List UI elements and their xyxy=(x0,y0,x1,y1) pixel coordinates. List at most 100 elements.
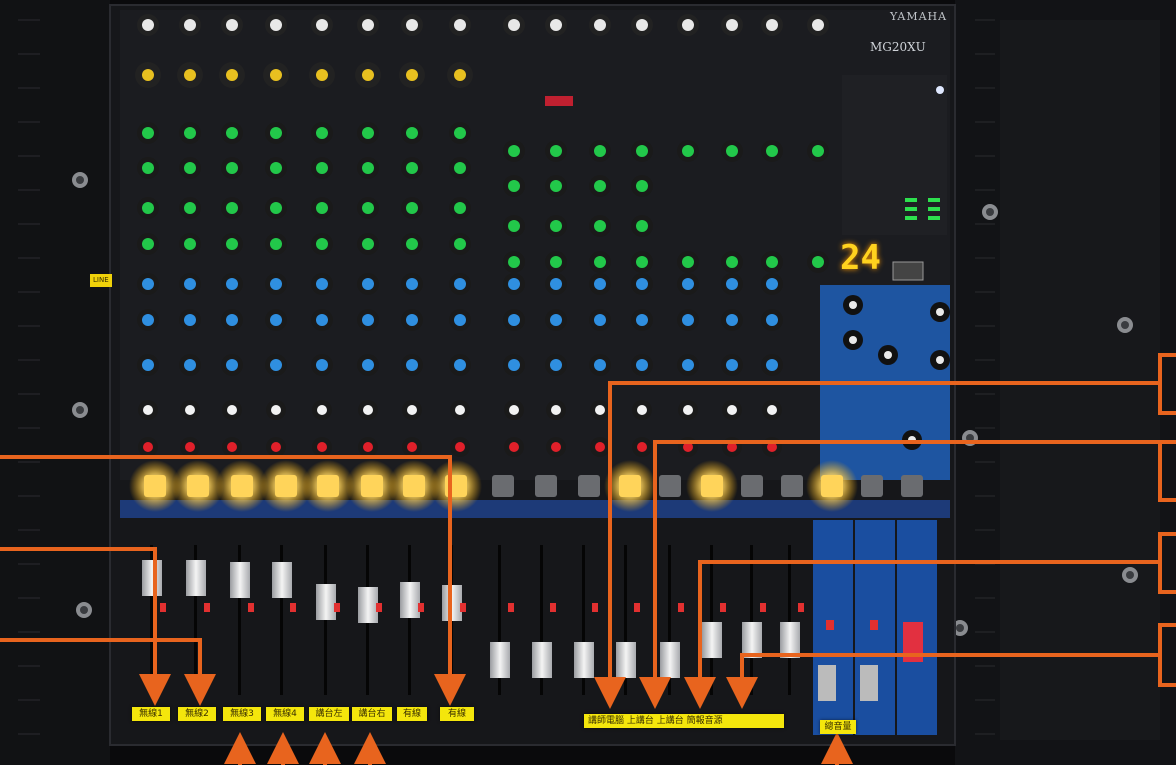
on-button xyxy=(231,475,253,497)
stereo-peak-led xyxy=(870,620,878,630)
aux-knob-cap xyxy=(454,314,466,326)
pan-knob-cap xyxy=(363,405,373,415)
eq-knob-cap xyxy=(316,162,328,174)
on-button xyxy=(659,475,681,497)
aux-knob-cap xyxy=(682,359,694,371)
channel-label-8: 有線 xyxy=(440,707,474,721)
aux-knob-cap xyxy=(316,314,328,326)
eq-knob-cap xyxy=(812,145,824,157)
led-meter-icon xyxy=(928,207,940,211)
fader-cap xyxy=(358,587,378,623)
eq-knob-cap xyxy=(550,145,562,157)
channel-label-4: 無線4 xyxy=(266,707,304,721)
eq-knob-cap xyxy=(226,238,238,250)
on-button xyxy=(535,475,557,497)
aux-knob-cap xyxy=(682,314,694,326)
power-led xyxy=(936,86,944,94)
on-button xyxy=(821,475,843,497)
rack-screw-center xyxy=(1121,321,1129,329)
aux-knob-cap xyxy=(454,359,466,371)
fader-cap xyxy=(316,584,336,620)
gain-knob-2-cap xyxy=(406,69,418,81)
level-knob-cap xyxy=(551,442,561,452)
eq-knob-cap xyxy=(636,145,648,157)
aux-knob-cap xyxy=(594,359,606,371)
stereo-knob-cap xyxy=(849,301,857,309)
aux-knob-cap xyxy=(406,278,418,290)
led-meter-icon xyxy=(928,198,940,202)
gain-knob-2-cap xyxy=(454,69,466,81)
eq-knob-cap xyxy=(726,145,738,157)
gain-knob-cap xyxy=(812,19,824,31)
gain-knob-cap xyxy=(454,19,466,31)
level-knob-cap xyxy=(363,442,373,452)
peak-led xyxy=(678,603,684,612)
pan-knob-cap xyxy=(509,405,519,415)
aux-knob-cap xyxy=(594,278,606,290)
gain-knob-cap xyxy=(362,19,374,31)
aux-knob-cap xyxy=(508,359,520,371)
gain-knob-2-cap xyxy=(184,69,196,81)
level-knob-cap xyxy=(407,442,417,452)
eq-knob-cap xyxy=(594,180,606,192)
rack-screw-center xyxy=(80,606,88,614)
eq-knob-cap xyxy=(142,238,154,250)
peak-led xyxy=(798,603,804,612)
left-rack-rail xyxy=(0,0,110,765)
aux-knob-cap xyxy=(766,278,778,290)
eq-knob-cap xyxy=(550,180,562,192)
gain-knob-cap xyxy=(184,19,196,31)
eq-knob-cap xyxy=(362,202,374,214)
eq-knob-cap xyxy=(636,180,648,192)
eq-knob-cap xyxy=(362,238,374,250)
eq-knob-cap xyxy=(184,127,196,139)
eq-knob-cap xyxy=(812,256,824,268)
stereo-fader-cap xyxy=(818,665,836,701)
level-knob-cap xyxy=(595,442,605,452)
eq-knob-cap xyxy=(636,256,648,268)
gain-knob-cap xyxy=(142,19,154,31)
pan-knob-cap xyxy=(143,405,153,415)
stereo-knob-cap xyxy=(936,356,944,364)
eq-knob-cap xyxy=(682,145,694,157)
aux-knob-cap xyxy=(550,359,562,371)
eq-knob-cap xyxy=(406,127,418,139)
pan-knob-cap xyxy=(227,405,237,415)
gain-knob-2-cap xyxy=(316,69,328,81)
peak-led xyxy=(592,603,598,612)
aux-knob-cap xyxy=(142,359,154,371)
eq-knob-cap xyxy=(226,127,238,139)
on-button xyxy=(861,475,883,497)
aux-knob-cap xyxy=(508,314,520,326)
fader-slot xyxy=(750,545,753,695)
gain-knob-cap xyxy=(766,19,778,31)
fader-cap xyxy=(490,642,510,678)
aux-knob-cap xyxy=(594,314,606,326)
aux-knob-cap xyxy=(766,359,778,371)
eq-knob-cap xyxy=(226,162,238,174)
eq-knob-cap xyxy=(594,220,606,232)
eq-knob-cap xyxy=(508,145,520,157)
aux-knob-cap xyxy=(726,314,738,326)
fader-cap xyxy=(532,642,552,678)
eq-knob-cap xyxy=(406,202,418,214)
stereo-knob-cap xyxy=(849,336,857,344)
aux-knob-cap xyxy=(636,278,648,290)
eq-knob-cap xyxy=(406,162,418,174)
fader-cap xyxy=(780,622,800,658)
channel-label-6: 講台右 xyxy=(352,707,392,721)
fader-cap xyxy=(702,622,722,658)
aux-knob-cap xyxy=(362,278,374,290)
eq-knob-cap xyxy=(270,238,282,250)
peak-led xyxy=(160,603,166,612)
on-button xyxy=(901,475,923,497)
eq-knob-cap xyxy=(594,256,606,268)
pan-knob-cap xyxy=(455,405,465,415)
peak-led xyxy=(720,603,726,612)
pan-knob-cap xyxy=(767,405,777,415)
channel-label-5: 講台左 xyxy=(309,707,349,721)
fader-cap xyxy=(616,642,636,678)
peak-led xyxy=(204,603,210,612)
aux-knob-cap xyxy=(550,278,562,290)
aux-knob-cap xyxy=(550,314,562,326)
